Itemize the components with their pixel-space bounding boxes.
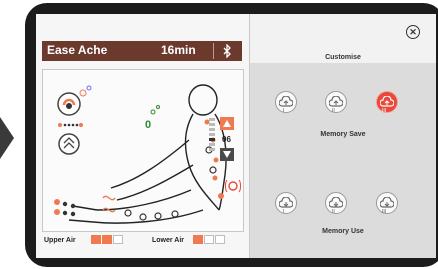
memory-save-band <box>250 63 436 164</box>
intensity-up-button[interactable] <box>220 117 234 130</box>
heat-icon: 0 <box>145 105 160 131</box>
vibration-icon <box>225 179 241 193</box>
memory-save-slot-3-button[interactable] <box>376 91 398 113</box>
memory-use-label: Memory Use <box>322 228 364 235</box>
upper-air-label: Upper Air <box>44 237 76 244</box>
upper-air-level[interactable] <box>91 235 124 244</box>
memory-save-slot-2-button[interactable] <box>325 91 347 113</box>
customise-title: Customise <box>325 54 361 61</box>
speed-dots-indicator <box>58 123 83 127</box>
slot-2-label: II <box>332 108 335 114</box>
cloud-download-icon <box>380 197 394 208</box>
program-header: Ease Ache 16min <box>42 41 242 61</box>
memory-save-slot-1-button[interactable] <box>275 91 297 113</box>
cloud-download-icon <box>279 197 293 208</box>
lower-air-level[interactable] <box>193 235 226 244</box>
pointer-arrow <box>0 117 14 159</box>
memory-use-slot-1-button[interactable] <box>275 192 297 214</box>
width-mode-icon <box>58 133 80 155</box>
foot-roller-icon <box>54 199 76 217</box>
intensity-down-button[interactable] <box>220 148 234 161</box>
use-slot-2-label: II <box>332 209 335 215</box>
use-slot-3-label: III <box>382 209 387 215</box>
memory-use-slot-2-button[interactable] <box>325 192 347 214</box>
program-name: Ease Ache <box>47 43 108 57</box>
upper-air-segment-2 <box>102 235 112 244</box>
slot-3-label: III <box>382 108 387 114</box>
slot-1-label: I <box>283 108 285 114</box>
remote-screen: Ease Ache 16min 0 06 Upper Air Lower Air… <box>36 14 436 258</box>
svg-text:0: 0 <box>145 119 151 131</box>
cloud-upload-icon <box>279 96 293 107</box>
massage-figure-illustration: 0 <box>54 84 241 224</box>
close-button[interactable]: ✕ <box>406 25 420 39</box>
lower-air-segment-3 <box>215 235 225 244</box>
cloud-upload-icon <box>380 96 394 107</box>
program-time: 16min <box>161 43 196 57</box>
cloud-download-icon <box>329 197 343 208</box>
massage-mode-icon <box>57 85 92 116</box>
lower-air-label: Lower Air <box>152 237 185 244</box>
upper-air-segment-3 <box>113 235 123 244</box>
intensity-value: 06 <box>222 135 231 144</box>
intensity-scale <box>209 118 215 151</box>
lower-air-segment-1 <box>193 235 203 244</box>
use-slot-1-label: I <box>283 209 285 215</box>
roller-markers <box>124 146 217 221</box>
cloud-upload-icon <box>329 96 343 107</box>
body-display: 0 <box>42 69 244 232</box>
upper-air-segment-1 <box>91 235 101 244</box>
memory-use-slot-3-button[interactable] <box>376 192 398 214</box>
body-figure <box>68 84 227 224</box>
memory-save-label: Memory Save <box>320 131 366 138</box>
header-separator <box>213 43 214 59</box>
lower-air-segment-2 <box>204 235 214 244</box>
bluetooth-icon[interactable] <box>223 44 232 58</box>
